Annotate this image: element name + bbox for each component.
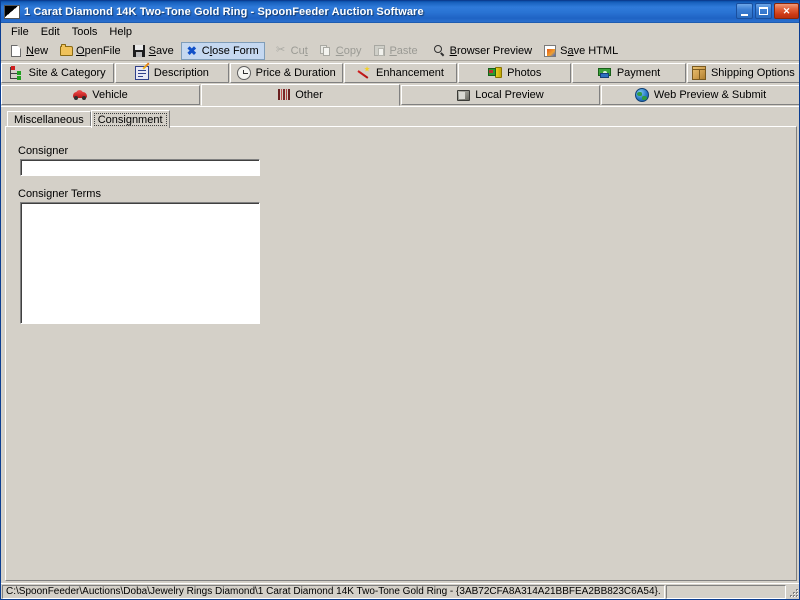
window-controls: ✕ bbox=[736, 3, 799, 19]
consigner-terms-label: Consigner Terms bbox=[18, 188, 101, 200]
consigner-label: Consigner bbox=[18, 145, 69, 157]
toolbar-paste-button[interactable]: Paste bbox=[368, 42, 423, 60]
tab-enhancement[interactable]: Enhancement bbox=[343, 63, 458, 83]
tab-other[interactable]: Other bbox=[201, 84, 400, 106]
toolbar: New OpenFile Save ✖ Close Form ✂ Cut Cop… bbox=[1, 41, 799, 61]
toolbar-browser-preview-button[interactable]: Browser Preview bbox=[429, 42, 539, 60]
sub-tab-strip: Miscellaneous Consignment bbox=[7, 110, 170, 128]
application-window: 1 Carat Diamond 14K Two-Tone Gold Ring -… bbox=[0, 0, 800, 600]
tab-payment[interactable]: Payment bbox=[572, 63, 686, 83]
tab-row-secondary: Vehicle Other Local Preview Web Preview … bbox=[1, 84, 799, 106]
subtab-label: Miscellaneous bbox=[14, 114, 84, 126]
window-title: 1 Carat Diamond 14K Two-Tone Gold Ring -… bbox=[24, 6, 424, 18]
toolbar-openfile-label: OpenFile bbox=[76, 44, 121, 57]
toolbar-save-html-label: Save HTML bbox=[560, 44, 619, 57]
tab-label: Vehicle bbox=[92, 88, 128, 101]
toolbar-save-label: Save bbox=[148, 44, 174, 57]
tab-label: Enhancement bbox=[376, 66, 444, 79]
toolbar-save-html-button[interactable]: Save HTML bbox=[539, 42, 624, 60]
monitor-icon bbox=[457, 90, 471, 101]
photos-film-icon bbox=[488, 66, 503, 80]
tab-label: Description bbox=[153, 66, 209, 79]
subtab-miscellaneous[interactable]: Miscellaneous bbox=[7, 111, 91, 127]
paste-icon bbox=[372, 44, 386, 58]
payment-money-icon bbox=[597, 66, 612, 80]
tab-price-duration[interactable]: Price & Duration bbox=[229, 63, 343, 83]
tab-label: Payment bbox=[616, 66, 661, 79]
tab-vehicle[interactable]: Vehicle bbox=[1, 85, 200, 105]
toolbar-cut-button[interactable]: ✂ Cut bbox=[270, 42, 314, 60]
toolbar-new-label: New bbox=[26, 44, 49, 57]
shipping-box-icon bbox=[691, 66, 706, 80]
magnifier-page-icon bbox=[433, 44, 447, 58]
toolbar-browser-preview-label: Browser Preview bbox=[449, 44, 533, 57]
toolbar-cut-label: Cut bbox=[290, 44, 308, 57]
save-html-icon bbox=[543, 44, 557, 58]
tab-description[interactable]: Description bbox=[115, 62, 229, 83]
resize-grip[interactable] bbox=[786, 585, 799, 599]
tab-label: Photos bbox=[507, 66, 542, 79]
close-button[interactable]: ✕ bbox=[774, 3, 799, 19]
car-icon bbox=[73, 88, 88, 102]
barcode-icon bbox=[278, 88, 291, 102]
tab-site-category[interactable]: Site & Category bbox=[1, 63, 115, 83]
close-x-icon: ✖ bbox=[186, 43, 197, 58]
clock-icon bbox=[236, 66, 251, 80]
tab-web-preview-submit[interactable]: Web Preview & Submit bbox=[601, 85, 799, 105]
scissors-icon: ✂ bbox=[276, 44, 286, 56]
tab-photos[interactable]: Photos bbox=[458, 63, 572, 83]
menu-item-file[interactable]: File bbox=[5, 24, 35, 40]
tab-row-primary: Site & Category Description Price & Dura… bbox=[1, 62, 799, 84]
tab-local-preview[interactable]: Local Preview bbox=[401, 85, 600, 105]
tab-label: Web Preview & Submit bbox=[653, 88, 767, 101]
minimize-button[interactable] bbox=[736, 3, 753, 19]
menu-bar: File Edit Tools Help bbox=[1, 23, 799, 41]
content-area: Miscellaneous Consignment Consigner Cons… bbox=[1, 106, 799, 584]
toolbar-close-form-label: Close Form bbox=[201, 44, 259, 57]
consigner-terms-textarea[interactable] bbox=[20, 202, 260, 324]
copy-icon bbox=[319, 44, 333, 58]
tab-label: Other bbox=[295, 88, 323, 101]
status-filler-cell bbox=[666, 584, 786, 599]
subtab-label: Consignment bbox=[97, 114, 163, 126]
status-bar: C:\SpoonFeeder\Auctions\Doba\Jewelry Rin… bbox=[1, 583, 799, 599]
description-pencil-icon bbox=[134, 62, 150, 80]
subtab-consignment[interactable]: Consignment bbox=[90, 110, 170, 128]
menu-item-help[interactable]: Help bbox=[103, 24, 138, 40]
tab-label: Local Preview bbox=[475, 88, 544, 101]
maximize-button[interactable] bbox=[755, 3, 772, 19]
tab-label: Site & Category bbox=[28, 66, 106, 79]
toolbar-close-form-button[interactable]: ✖ Close Form bbox=[180, 41, 265, 60]
consignment-panel: Consigner Consigner Terms bbox=[5, 126, 797, 581]
tab-label: Shipping Options bbox=[710, 66, 795, 79]
tab-shipping-options[interactable]: Shipping Options bbox=[686, 63, 799, 83]
toolbar-new-button[interactable]: New bbox=[5, 42, 54, 60]
toolbar-openfile-button[interactable]: OpenFile bbox=[55, 42, 127, 60]
globe-icon bbox=[634, 88, 649, 102]
sitemap-icon bbox=[9, 66, 24, 80]
magic-wand-icon bbox=[357, 66, 371, 80]
new-page-icon bbox=[9, 44, 23, 58]
app-icon bbox=[4, 5, 20, 19]
consigner-input[interactable] bbox=[20, 159, 260, 176]
menu-item-edit[interactable]: Edit bbox=[35, 24, 66, 40]
close-icon: ✕ bbox=[782, 5, 791, 16]
toolbar-paste-label: Paste bbox=[389, 44, 418, 57]
toolbar-copy-button[interactable]: Copy bbox=[315, 42, 368, 60]
status-path-cell: C:\SpoonFeeder\Auctions\Doba\Jewelry Rin… bbox=[2, 584, 665, 599]
open-folder-icon bbox=[59, 43, 73, 58]
tab-label: Price & Duration bbox=[255, 66, 336, 79]
toolbar-copy-label: Copy bbox=[335, 44, 362, 57]
floppy-disk-icon bbox=[132, 44, 146, 58]
title-bar: 1 Carat Diamond 14K Two-Tone Gold Ring -… bbox=[1, 1, 799, 23]
toolbar-save-button[interactable]: Save bbox=[128, 42, 180, 60]
menu-item-tools[interactable]: Tools bbox=[66, 24, 104, 40]
